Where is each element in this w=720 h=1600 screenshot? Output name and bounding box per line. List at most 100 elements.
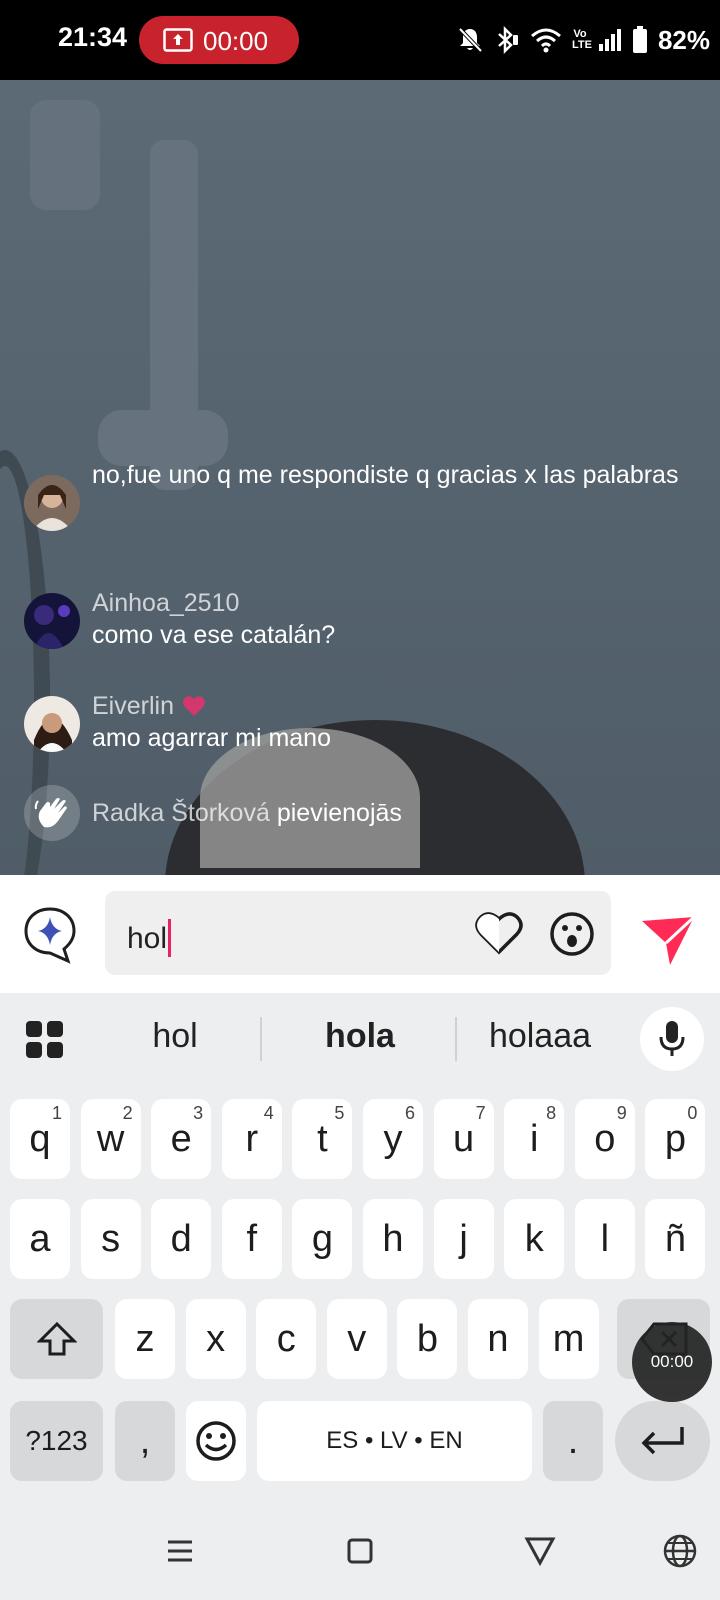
key-hint: 0 [687, 1103, 698, 1123]
comment-username[interactable]: Ainhoa_2510 [92, 587, 692, 619]
join-username[interactable]: Radka Štorková [92, 799, 270, 827]
heart-icon[interactable] [475, 911, 523, 955]
comment-text: amo agarrar mi mano [92, 724, 331, 752]
microphone-icon [659, 1021, 685, 1056]
language-globe-icon[interactable] [662, 1533, 698, 1569]
menu-icon[interactable] [162, 1533, 198, 1569]
mute-icon [458, 27, 483, 53]
status-bar: 21:34 00:00 Vo LTE 82% [0, 0, 720, 80]
shift-icon [36, 1321, 77, 1356]
key-f[interactable]: f [221, 1199, 282, 1279]
send-icon[interactable] [640, 915, 696, 967]
key-m[interactable]: m [538, 1299, 599, 1379]
comment-username[interactable]: Eiverlin [92, 690, 692, 722]
key-v[interactable]: v [326, 1299, 387, 1379]
suggestion-bar: hol hola holaaa [0, 993, 720, 1081]
key-c[interactable]: c [256, 1299, 317, 1379]
key-q[interactable]: q1 [10, 1099, 70, 1179]
wifi-icon [530, 28, 561, 53]
key-hint: 3 [193, 1103, 204, 1123]
key-label: r [245, 1117, 259, 1160]
battery-percent: 82% [657, 24, 710, 55]
key-label: p [664, 1117, 686, 1160]
key-hint: 7 [475, 1103, 486, 1123]
video-background-shape [98, 410, 228, 466]
suggestion[interactable]: hola [290, 1017, 430, 1061]
avatar[interactable] [24, 696, 80, 752]
heart-icon [182, 696, 205, 716]
key-hint: 6 [404, 1103, 415, 1123]
key-s[interactable]: s [80, 1199, 141, 1279]
join-action: pievienojās [276, 799, 402, 827]
key-z[interactable]: z [115, 1299, 175, 1379]
comma-key[interactable]: , [115, 1401, 175, 1481]
suggestion-divider [455, 1017, 457, 1061]
key-i[interactable]: i8 [504, 1099, 565, 1179]
screen-record-pill[interactable]: 00:00 [139, 16, 299, 64]
key-n[interactable]: n [468, 1299, 528, 1379]
navigation-bar [0, 1497, 720, 1600]
bluetooth-icon [498, 26, 518, 54]
comment-username-text: Eiverlin [92, 692, 174, 720]
shift-key[interactable] [10, 1299, 103, 1379]
emoji-key[interactable] [186, 1401, 246, 1481]
wave-icon [24, 785, 80, 841]
key-label: y [383, 1117, 403, 1160]
apps-grid-icon[interactable] [26, 1021, 64, 1059]
comment-composer: hol [0, 875, 720, 993]
volte-icon: Vo LTE [571, 28, 592, 51]
key-t[interactable]: t5 [292, 1099, 353, 1179]
key-hint: 5 [334, 1103, 345, 1123]
comment-input[interactable]: hol [105, 891, 611, 975]
key-k[interactable]: k [504, 1199, 565, 1279]
key-label: q [29, 1117, 51, 1160]
key-d[interactable]: d [151, 1199, 212, 1279]
key-j[interactable]: j [433, 1199, 494, 1279]
avatar[interactable] [24, 593, 80, 649]
mic-button[interactable] [640, 1007, 704, 1071]
key-hint: 4 [263, 1103, 274, 1123]
suggestion[interactable]: hol [110, 1017, 240, 1061]
enter-key[interactable] [615, 1401, 710, 1481]
suggestion-divider [260, 1017, 262, 1061]
comment-input-value: hol [127, 922, 168, 955]
key-hint: 9 [616, 1103, 627, 1123]
space-key[interactable]: ES • LV • EN [257, 1401, 532, 1481]
back-icon[interactable] [522, 1533, 558, 1569]
key-y[interactable]: y6 [363, 1099, 423, 1179]
key-e[interactable]: e3 [151, 1099, 212, 1179]
key-x[interactable]: x [185, 1299, 246, 1379]
recording-time: 00:00 [203, 26, 269, 56]
key-label: e [170, 1117, 192, 1160]
key-u[interactable]: u7 [433, 1099, 494, 1179]
avatar[interactable] [24, 475, 80, 531]
key-o[interactable]: o9 [574, 1099, 635, 1179]
comment-text: como va ese catalán? [92, 621, 336, 649]
key-hint: 8 [546, 1103, 557, 1123]
home-icon[interactable] [342, 1533, 378, 1569]
key-label: w [96, 1117, 125, 1160]
key-h[interactable]: h [363, 1199, 423, 1279]
symbols-key[interactable]: ?123 [10, 1401, 103, 1481]
period-key[interactable]: . [543, 1401, 603, 1481]
key-g[interactable]: g [292, 1199, 353, 1279]
signal-icon [598, 29, 621, 51]
floating-recorder[interactable]: 00:00 [632, 1322, 712, 1402]
key-p[interactable]: p0 [645, 1099, 706, 1179]
key-b[interactable]: b [397, 1299, 458, 1379]
key-hint: 2 [122, 1103, 133, 1123]
emoji-icon [196, 1421, 236, 1461]
enter-icon [641, 1427, 684, 1455]
video-background-shape [30, 100, 100, 210]
key-label: u [453, 1117, 475, 1160]
emoji-icon[interactable] [549, 911, 595, 957]
screen-record-icon [163, 28, 193, 52]
key-a[interactable]: a [10, 1199, 70, 1279]
key-r[interactable]: r4 [221, 1099, 282, 1179]
key-w[interactable]: w2 [80, 1099, 141, 1179]
suggestion[interactable]: holaaa [475, 1017, 605, 1061]
ai-sparkle-button[interactable] [20, 905, 80, 965]
key-l[interactable]: l [574, 1199, 635, 1279]
key-label: o [594, 1117, 616, 1160]
key-ñ[interactable]: ñ [645, 1199, 706, 1279]
